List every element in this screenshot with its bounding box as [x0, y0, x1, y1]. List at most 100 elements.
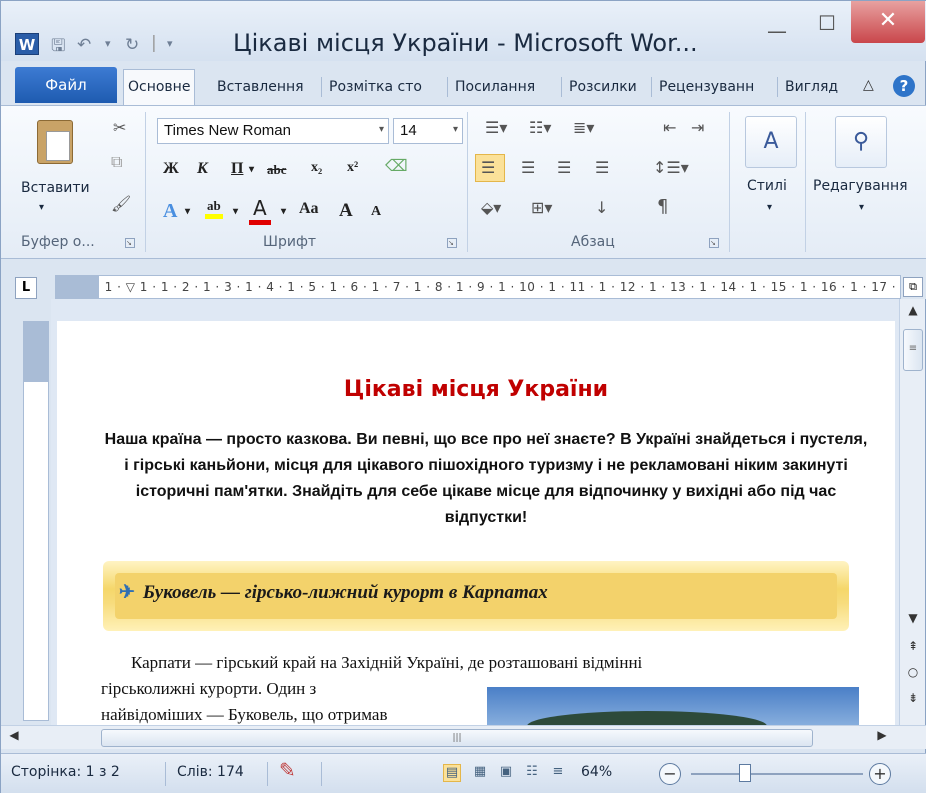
print-layout-icon[interactable]: ▤ [443, 764, 461, 782]
align-center-icon[interactable]: ☰ [521, 158, 535, 177]
justify-icon[interactable]: ☰ [595, 158, 609, 177]
tab-references[interactable]: Посилання [455, 71, 535, 103]
web-layout-icon[interactable]: ▣ [497, 764, 515, 782]
save-icon[interactable]: 🖫 [51, 33, 65, 62]
tab-page-layout[interactable]: Розмітка сто [329, 71, 422, 103]
paragraph-launcher-icon[interactable]: ↘ [709, 238, 719, 248]
underline-dropdown-icon[interactable]: ▾ [249, 164, 254, 175]
binoculars-icon[interactable]: ⚲ [835, 116, 887, 168]
document-page[interactable]: Цікаві місця України Наша країна — прост… [57, 321, 895, 725]
help-icon[interactable]: ? [893, 75, 915, 97]
text-effects-dropdown-icon[interactable]: ▾ [185, 206, 190, 217]
font-family-select[interactable]: Times New Roman ▾ [157, 118, 389, 144]
tab-selector[interactable]: L [15, 277, 37, 299]
align-right-icon[interactable]: ☰ [557, 158, 571, 177]
group-separator [729, 112, 730, 252]
previous-page-icon[interactable]: ⇞ [900, 639, 926, 661]
scroll-down-icon[interactable]: ▼ [900, 611, 926, 633]
styles-icon[interactable]: A [745, 116, 797, 168]
show-formatting-button[interactable]: ¶ [657, 196, 668, 217]
italic-button[interactable]: К [197, 160, 208, 178]
maximize-button[interactable]: ☐ [807, 11, 847, 39]
view-ruler-icon[interactable]: ⧉ [903, 277, 923, 297]
page-counter[interactable]: Сторінка: 1 з 2 [11, 764, 120, 780]
zoom-out-icon[interactable]: − [659, 763, 681, 785]
minimize-button[interactable]: — [757, 19, 797, 47]
underline-button[interactable]: П [231, 160, 243, 178]
scroll-up-icon[interactable]: ▲ [900, 303, 926, 325]
bullets-icon[interactable]: ☰▾ [485, 118, 507, 137]
line-spacing-icon[interactable]: ↕☰▾ [653, 158, 689, 177]
proofing-icon[interactable]: ✎ [279, 758, 296, 782]
change-case-button[interactable]: Aa [299, 200, 319, 218]
editing-label[interactable]: Редагування [813, 178, 908, 194]
tab-view[interactable]: Вигляд [785, 71, 838, 103]
chevron-down-icon: ▾ [378, 124, 384, 135]
paste-button-label[interactable]: Вставити [21, 180, 90, 196]
font-size-select[interactable]: 14 ▾ [393, 118, 463, 144]
styles-label[interactable]: Стилі [747, 178, 787, 194]
zoom-in-icon[interactable]: + [869, 763, 891, 785]
zoom-slider-thumb[interactable] [739, 764, 751, 782]
clear-formatting-icon[interactable]: ⌫ [385, 156, 408, 175]
redo-icon[interactable]: ↻ [125, 35, 139, 55]
shrink-font-button[interactable]: A [371, 204, 381, 220]
tab-mailings[interactable]: Розсилки [569, 71, 637, 103]
multilevel-list-icon[interactable]: ≣▾ [573, 118, 594, 137]
strikethrough-button[interactable]: abc [267, 162, 287, 178]
font-color-dropdown-icon[interactable]: ▾ [281, 206, 286, 217]
tab-review[interactable]: Рецензуванн [659, 71, 754, 103]
word-count[interactable]: Слів: 174 [177, 764, 244, 780]
horizontal-scrollbar[interactable]: ◀ ||| ▶ [1, 725, 926, 749]
decrease-indent-icon[interactable]: ⇤ [663, 118, 676, 137]
vertical-scroll-thumb[interactable]: ≡ [903, 329, 923, 371]
undo-dropdown-icon[interactable]: ▾ [105, 37, 111, 50]
tab-home[interactable]: Основне [123, 69, 196, 105]
browse-object-icon[interactable]: ○ [900, 665, 926, 687]
cut-icon[interactable]: ✂ [113, 118, 126, 137]
format-painter-icon[interactable]: 🖌 [111, 194, 131, 213]
outline-icon[interactable]: ☷ [523, 764, 541, 782]
customize-qat-icon[interactable]: ▾ [167, 37, 173, 50]
group-separator [467, 112, 468, 252]
text-effects-icon[interactable]: A [163, 200, 177, 223]
copy-icon[interactable]: ⧉ [111, 152, 122, 172]
full-screen-reading-icon[interactable]: ▦ [471, 764, 489, 782]
highlight-icon[interactable]: ab [205, 198, 223, 219]
close-button[interactable]: ✕ [851, 1, 925, 43]
paste-icon[interactable] [37, 120, 73, 164]
highlight-dropdown-icon[interactable]: ▾ [233, 206, 238, 217]
styles-dropdown-icon[interactable]: ▾ [767, 202, 772, 213]
editing-dropdown-icon[interactable]: ▾ [859, 202, 864, 213]
font-color-icon[interactable]: A [249, 196, 271, 225]
draft-icon[interactable]: ≡ [549, 764, 567, 782]
zoom-level[interactable]: 64% [581, 764, 612, 780]
subscript-button[interactable]: x₂ [311, 160, 322, 176]
tab-insert[interactable]: Вставлення [217, 71, 304, 103]
ruler-marks[interactable]: · 1 · ▽ 1 · 1 · 2 · 1 · 3 · 1 · 4 · 1 · … [55, 275, 901, 299]
shading-icon[interactable]: ⬙▾ [481, 198, 501, 217]
font-launcher-icon[interactable]: ↘ [447, 238, 457, 248]
word-app-icon[interactable]: W [15, 33, 39, 55]
bukovel-photo[interactable] [487, 687, 859, 725]
zoom-slider[interactable] [691, 773, 863, 775]
superscript-button[interactable]: x² [347, 160, 358, 176]
undo-icon[interactable]: ↶ [77, 35, 91, 55]
horizontal-scroll-thumb[interactable]: ||| [101, 729, 813, 747]
vertical-ruler[interactable] [23, 321, 49, 721]
sort-icon[interactable]: ↓ [595, 198, 608, 217]
increase-indent-icon[interactable]: ⇥ [691, 118, 704, 137]
grow-font-button[interactable]: A [339, 200, 353, 222]
numbering-icon[interactable]: ☷▾ [529, 118, 551, 137]
clipboard-launcher-icon[interactable]: ↘ [125, 238, 135, 248]
vertical-scrollbar[interactable]: ▲ ≡ ▼ ⇞ ○ ⇟ [899, 299, 925, 725]
tab-file[interactable]: Файл [15, 67, 117, 103]
bold-button[interactable]: Ж [163, 160, 179, 178]
borders-icon[interactable]: ⊞▾ [531, 198, 552, 217]
group-separator [805, 112, 806, 252]
collapse-ribbon-icon[interactable]: △ [863, 77, 874, 93]
scroll-left-icon[interactable]: ◀ [1, 728, 27, 750]
next-page-icon[interactable]: ⇟ [900, 691, 926, 713]
paste-dropdown-icon[interactable]: ▾ [39, 202, 44, 213]
scroll-right-icon[interactable]: ▶ [869, 728, 895, 750]
